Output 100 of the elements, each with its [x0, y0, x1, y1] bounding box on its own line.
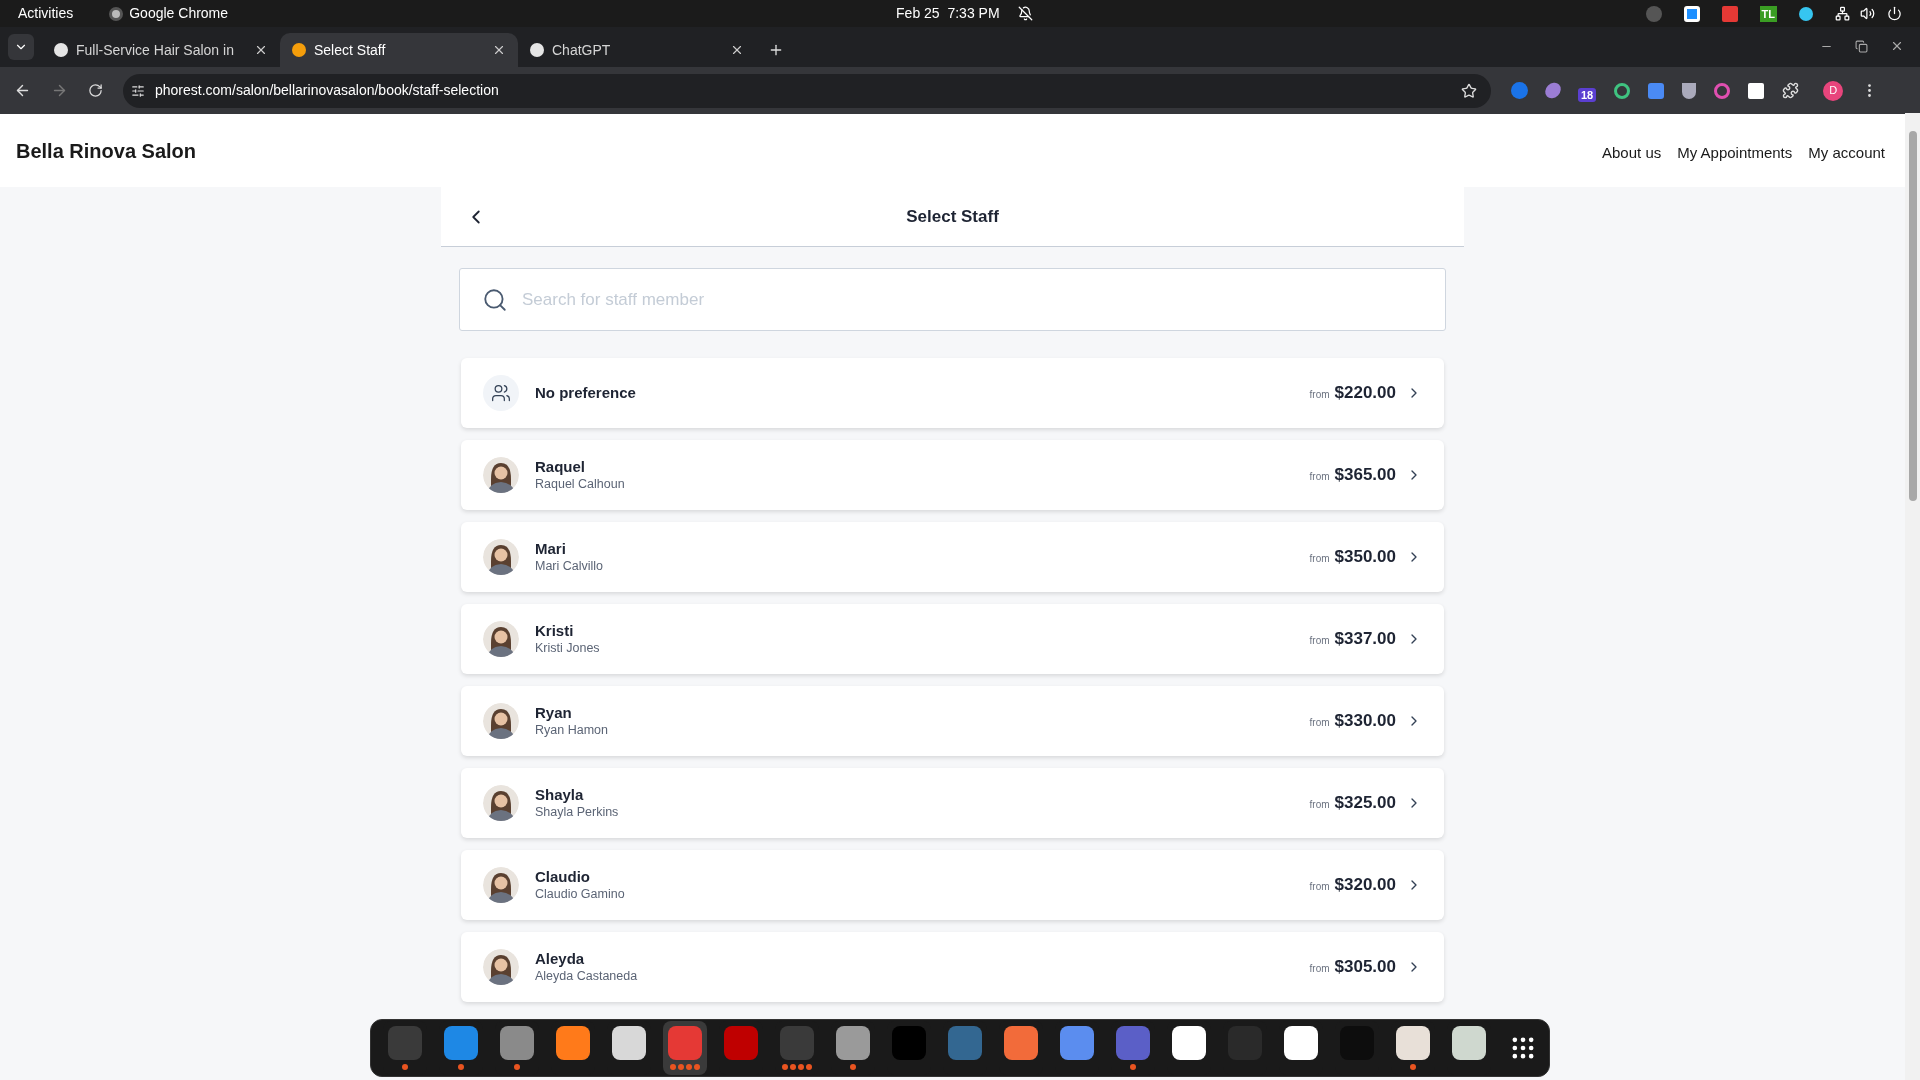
target-extension-icon[interactable] — [1614, 82, 1631, 99]
staff-name: Shayla — [535, 786, 585, 804]
scrollbar[interactable] — [1905, 113, 1920, 1080]
from-label: from — [1309, 552, 1330, 567]
bookmark-star-icon[interactable] — [1461, 82, 1477, 99]
app-icon[interactable] — [1284, 1026, 1318, 1060]
favicon-icon — [530, 43, 544, 57]
running-indicator — [782, 1064, 812, 1070]
chrome-icon — [109, 6, 124, 21]
extensions-icon[interactable] — [1782, 82, 1800, 99]
staff-full-name: Raquel Calhoun — [535, 476, 625, 492]
site-settings-icon[interactable] — [131, 83, 145, 98]
search-input[interactable]: Search for staff member — [522, 286, 1423, 313]
app-icon[interactable] — [1396, 1026, 1430, 1060]
date-time[interactable]: Feb 25 7:33 PM — [896, 3, 1000, 24]
price: $305.00 — [1334, 956, 1396, 979]
staff-name: Mari — [535, 540, 567, 558]
salon-brand[interactable]: Bella Rinova Salon — [16, 135, 197, 166]
staff-name: Claudio — [535, 868, 591, 886]
app-icon[interactable] — [1172, 1026, 1206, 1060]
app-icon[interactable] — [612, 1026, 646, 1060]
staff-full-name: Shayla Perkins — [535, 804, 619, 820]
profile-avatar[interactable]: D — [1823, 80, 1844, 101]
running-indicator — [1130, 1064, 1136, 1070]
running-indicator — [402, 1064, 408, 1070]
running-indicator — [670, 1064, 700, 1070]
power-icon[interactable] — [1887, 6, 1902, 21]
ring-extension-icon[interactable] — [1714, 82, 1731, 99]
tab-title: Full-Service Hair Salon in — [76, 40, 234, 60]
staff-card[interactable]: Raquel Raquel Calhoun from $365.00 — [461, 440, 1444, 510]
network-icon[interactable] — [1835, 6, 1850, 21]
browser-tab[interactable]: ChatGPT — [518, 33, 756, 67]
bell-off-icon — [1017, 6, 1033, 21]
staff-name: Kristi — [535, 622, 575, 640]
price: $350.00 — [1334, 546, 1396, 569]
staff-full-name: Ryan Hamon — [535, 722, 608, 738]
staff-name: Ryan — [535, 704, 573, 722]
close-icon[interactable] — [254, 43, 268, 57]
staff-full-name: Aleyda Castaneda — [535, 968, 638, 984]
app-icon[interactable] — [836, 1026, 870, 1060]
tab-title: ChatGPT — [552, 40, 611, 60]
running-indicator — [514, 1064, 520, 1070]
staff-full-name: Claudio Gamino — [535, 886, 625, 902]
nav-link[interactable]: My Appointments — [1677, 142, 1793, 165]
staff-card[interactable]: Claudio Claudio Gamino from $320.00 — [461, 850, 1444, 920]
running-indicator — [458, 1064, 464, 1070]
close-icon[interactable] — [730, 43, 744, 57]
app-icon[interactable] — [1004, 1026, 1038, 1060]
new-tab-icon[interactable] — [768, 42, 784, 58]
nav-link[interactable]: About us — [1602, 142, 1662, 165]
staff-name: Aleyda — [535, 950, 586, 968]
price: $320.00 — [1334, 874, 1396, 897]
staff-name: No preference — [535, 384, 636, 402]
search-field[interactable]: Search for staff member — [459, 268, 1446, 331]
browser-tab[interactable]: Full-Service Hair Salon in — [42, 33, 280, 67]
back-icon[interactable] — [14, 82, 31, 99]
address-field[interactable]: phorest.com/salon/bellarinovasalon/book/staff-selection — [123, 73, 1491, 108]
shield-extension-icon[interactable] — [1682, 82, 1697, 99]
activities-button[interactable]: Activities — [18, 3, 74, 24]
staff-card[interactable]: No preference from $220.00 — [461, 358, 1444, 428]
staff-full-name: Kristi Jones — [535, 640, 600, 656]
price: $325.00 — [1334, 792, 1396, 815]
nav-link[interactable]: My account — [1808, 142, 1885, 165]
staff-name: Raquel — [535, 458, 586, 476]
staff-card[interactable]: Mari Mari Calvillo from $350.00 — [461, 522, 1444, 592]
app-name[interactable]: Google Chrome — [129, 3, 229, 24]
from-label: from — [1309, 716, 1330, 731]
url-text: phorest.com/salon/bellarinovasalon/book/staff-selection — [155, 81, 499, 100]
price: $220.00 — [1334, 382, 1396, 405]
running-indicator — [850, 1064, 856, 1070]
running-indicator — [1410, 1064, 1416, 1070]
group-icon — [483, 375, 519, 411]
favicon-icon — [54, 43, 68, 57]
staff-full-name: Mari Calvillo — [535, 558, 604, 574]
forward-icon[interactable] — [51, 82, 68, 99]
volume-icon[interactable] — [1860, 6, 1875, 21]
close-window-icon[interactable] — [1890, 39, 1904, 53]
tab-list-button[interactable] — [8, 34, 34, 60]
from-label: from — [1309, 962, 1330, 977]
from-label: from — [1309, 798, 1330, 813]
restore-icon[interactable] — [1855, 39, 1868, 53]
app-icon[interactable] — [556, 1026, 590, 1060]
staff-card[interactable]: Ryan Ryan Hamon from $330.00 — [461, 686, 1444, 756]
staff-card[interactable]: Kristi Kristi Jones from $337.00 — [461, 604, 1444, 674]
square-extension-icon[interactable] — [1748, 82, 1765, 99]
staff-card[interactable]: Aleyda Aleyda Castaneda from $305.00 — [461, 932, 1444, 1002]
from-label: from — [1309, 880, 1330, 895]
panel-title: Select Staff — [906, 205, 999, 228]
tab-title: Select Staff — [314, 40, 386, 60]
from-label: from — [1309, 470, 1330, 485]
reload-icon[interactable] — [88, 83, 103, 98]
favicon-icon — [292, 43, 306, 57]
price: $330.00 — [1334, 710, 1396, 733]
app-icon[interactable] — [1452, 1026, 1486, 1060]
browser-tab[interactable]: Select Staff — [280, 33, 518, 67]
extension-badge[interactable]: 18 — [1578, 87, 1597, 102]
staff-card[interactable]: Shayla Shayla Perkins from $325.00 — [461, 768, 1444, 838]
from-label: from — [1309, 388, 1330, 403]
close-icon[interactable] — [492, 43, 506, 57]
price: $365.00 — [1334, 464, 1396, 487]
